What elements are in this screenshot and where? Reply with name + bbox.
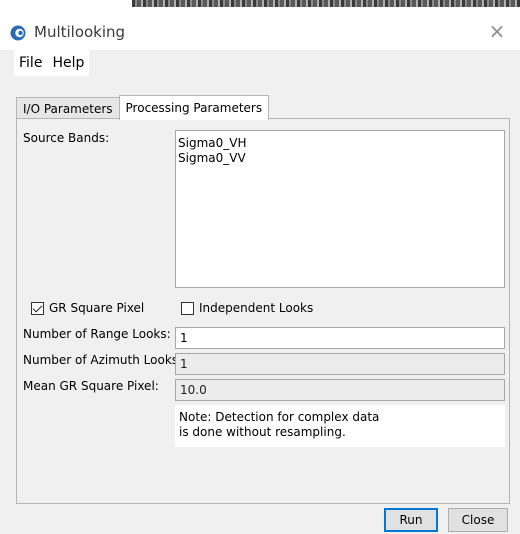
azimuth-looks-label: Number of Azimuth Looks: <box>23 353 183 367</box>
menu-bar: File Help <box>14 50 90 76</box>
background-image-strip <box>132 0 520 7</box>
range-looks-input[interactable]: 1 <box>175 327 505 349</box>
source-bands-label: Source Bands: <box>23 131 110 145</box>
tab-strip: I/O Parameters Processing Parameters <box>16 95 270 120</box>
independent-looks-option[interactable]: Independent Looks <box>181 301 313 315</box>
run-button[interactable]: Run <box>384 508 438 532</box>
list-item[interactable]: Sigma0_VV <box>178 151 502 166</box>
background-strip <box>0 0 520 12</box>
gr-square-pixel-checkbox[interactable] <box>31 301 44 315</box>
note-line: is done without resampling. <box>179 425 346 439</box>
range-looks-label: Number of Range Looks: <box>23 327 171 341</box>
processing-parameters-panel: Source Bands: Sigma0_VH Sigma0_VV GR Squ… <box>16 118 510 504</box>
menu-file[interactable]: File <box>14 50 47 76</box>
gr-square-pixel-label: GR Square Pixel <box>49 301 145 315</box>
list-item[interactable]: Sigma0_VH <box>178 136 502 151</box>
gr-square-pixel-option[interactable]: GR Square Pixel <box>31 301 144 315</box>
tab-io-parameters[interactable]: I/O Parameters <box>16 97 120 120</box>
window-title: Multilooking <box>34 23 126 41</box>
close-button[interactable]: Close <box>448 508 508 532</box>
independent-looks-checkbox[interactable] <box>181 301 194 315</box>
detection-note: Note: Detection for complex data is done… <box>175 405 505 447</box>
mean-gr-square-pixel-label: Mean GR Square Pixel: <box>23 379 159 393</box>
mean-gr-square-pixel-input[interactable]: 10.0 <box>175 379 505 401</box>
title-bar: Multilooking × <box>0 12 520 50</box>
close-icon[interactable]: × <box>486 20 508 42</box>
note-line: Note: Detection for complex data <box>179 410 380 424</box>
source-bands-list[interactable]: Sigma0_VH Sigma0_VV <box>175 130 505 288</box>
menu-help[interactable]: Help <box>47 50 89 76</box>
multilooking-dialog: Multilooking × File Help I/O Parameters … <box>0 12 520 534</box>
app-icon <box>10 25 26 41</box>
azimuth-looks-input[interactable]: 1 <box>175 353 505 375</box>
independent-looks-label: Independent Looks <box>199 301 314 315</box>
tab-processing-parameters[interactable]: Processing Parameters <box>118 95 270 120</box>
